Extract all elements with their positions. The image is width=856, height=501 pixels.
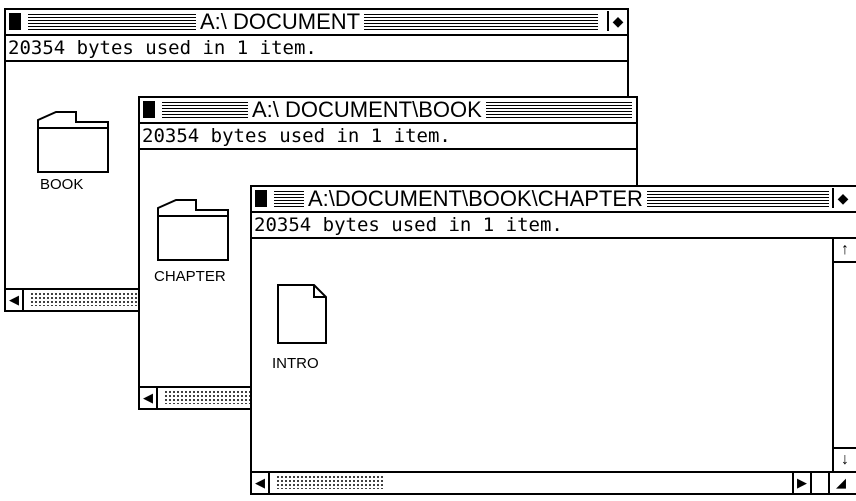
- folder-icon[interactable]: [36, 110, 110, 174]
- folder-label-book: BOOK: [40, 176, 84, 193]
- title-bar[interactable]: A:\ DOCUMENT\BOOK: [140, 98, 636, 124]
- folder-label-chapter: CHAPTER: [154, 268, 226, 285]
- window-title: A:\DOCUMENT\BOOK\CHAPTER: [304, 187, 647, 211]
- arrow-down-icon[interactable]: ↓: [834, 447, 856, 471]
- window-title: A:\ DOCUMENT: [196, 10, 365, 34]
- arrow-up-icon[interactable]: ↑: [834, 239, 856, 263]
- vertical-scrollbar[interactable]: ↑ ↓: [832, 239, 856, 471]
- document-label-intro: INTRO: [272, 355, 319, 372]
- horizontal-scrollbar[interactable]: ◀ ▶ ◢: [252, 471, 856, 493]
- folder-icon[interactable]: [156, 198, 230, 262]
- arrow-left-icon[interactable]: ◀: [252, 473, 270, 493]
- arrow-right-icon[interactable]: ▶: [792, 473, 812, 493]
- full-box-icon[interactable]: ◆: [607, 11, 627, 31]
- arrow-left-icon[interactable]: ◀: [140, 388, 158, 408]
- info-line: 20354 bytes used in 1 item.: [140, 124, 636, 150]
- full-box-icon[interactable]: ◆: [832, 188, 852, 208]
- window-chapter[interactable]: A:\DOCUMENT\BOOK\CHAPTER ◆ 20354 bytes u…: [250, 185, 856, 495]
- document-icon[interactable]: [276, 283, 328, 345]
- arrow-left-icon[interactable]: ◀: [6, 290, 24, 310]
- info-line: 20354 bytes used in 1 item.: [6, 36, 627, 62]
- size-box-icon[interactable]: ◢: [828, 473, 852, 493]
- title-bar[interactable]: A:\DOCUMENT\BOOK\CHAPTER ◆: [252, 187, 856, 213]
- window-title: A:\ DOCUMENT\BOOK: [248, 98, 486, 122]
- close-box-icon[interactable]: [143, 101, 155, 118]
- scroll-track[interactable]: [276, 475, 384, 489]
- close-box-icon[interactable]: [9, 13, 21, 30]
- close-box-icon[interactable]: [255, 190, 267, 207]
- info-line: 20354 bytes used in 1 item.: [252, 213, 856, 239]
- title-bar[interactable]: A:\ DOCUMENT ◆: [6, 10, 627, 36]
